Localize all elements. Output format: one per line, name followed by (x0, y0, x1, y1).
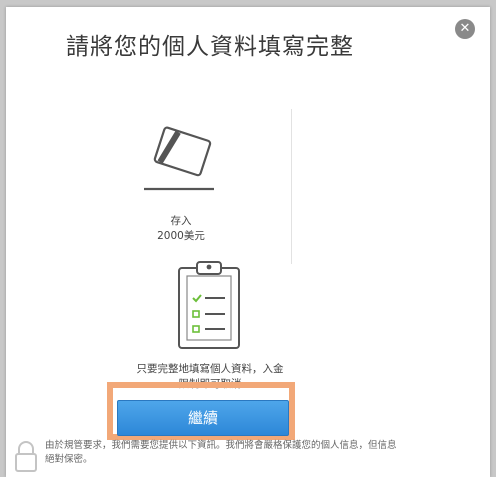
privacy-disclaimer-line1: 由於規管要求，我們需要您提供以下資訊。我們將會嚴格保護您的個人信息，但信息 (45, 440, 397, 451)
privacy-disclaimer: 由於規管要求，我們需要您提供以下資訊。我們將會嚴格保護您的個人信息，但信息 絕對… (45, 439, 405, 467)
dialog-title: 請將您的個人資料填寫完整 (66, 34, 354, 60)
close-icon: ✕ (459, 21, 471, 36)
credit-card-icon (140, 125, 220, 201)
continue-button[interactable]: 繼續 (117, 400, 289, 436)
deposit-amount: 2000美元 (157, 230, 205, 242)
vertical-divider (291, 109, 292, 264)
close-button[interactable]: ✕ (455, 19, 475, 39)
verification-note-line1: 只要完整地填寫個人資料，入金 (136, 363, 284, 375)
profile-completion-dialog: ✕ 請將您的個人資料填寫完整 存入 2000美元 只要完整地填寫個人資料，入金 … (6, 7, 490, 477)
lock-icon (14, 439, 38, 477)
privacy-disclaimer-line2: 絕對保密。 (45, 454, 93, 465)
clipboard-checklist-icon (175, 258, 243, 354)
deposit-label: 存入 (170, 215, 192, 227)
